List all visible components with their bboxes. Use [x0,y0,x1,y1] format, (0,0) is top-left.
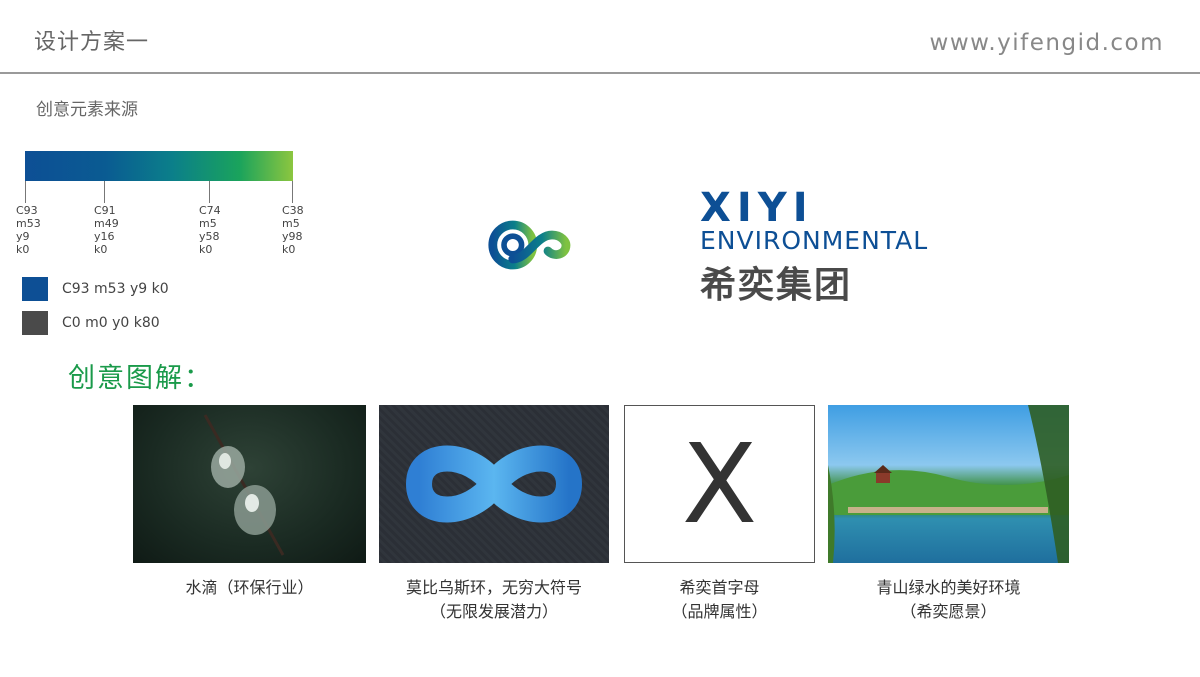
section-title: 创意元素来源 [36,100,138,120]
caption-infinity: 莫比乌斯环，无穷大符号 （无限发展潜力） [405,578,582,621]
color-swatch-blue [22,277,48,301]
landscape-image [828,405,1069,563]
color-code: C91 m49 y16 k0 [94,204,119,256]
legend-item: C93 m53 y9 k0 [22,277,169,301]
color-code: C38 m5 y98 k0 [282,204,304,256]
infinity-symbol-image [379,405,609,563]
gradient-tick [25,181,26,203]
logo-text-chinese: 希奕集团 [700,265,853,306]
gradient-tick [104,181,105,203]
color-code: C93 m53 y9 k0 [16,204,41,256]
caption-letter-x: 希奕首字母 （品牌属性） [671,578,768,621]
gradient-tick [292,181,293,203]
water-drop-image [133,405,366,563]
logo-text-xiyi: XIYI [700,185,814,231]
caption-landscape: 青山绿水的美好环境 （希奕愿景） [876,578,1021,621]
explain-title: 创意图解： [68,363,213,394]
gradient-tick [209,181,210,203]
page-title: 设计方案一 [34,30,150,55]
logo-text-environmental: ENVIRONMENTAL [700,226,929,255]
header-divider [0,72,1200,74]
letter-x-image: X [624,405,815,563]
color-gradient-bar [25,151,293,181]
legend-item: C0 m0 y0 k80 [22,311,160,335]
color-swatch-gray [22,311,48,335]
letter-x-glyph: X [681,420,758,548]
website-url[interactable]: www.yifengid.com [930,30,1164,56]
caption-water-drop: 水滴（环保行业） [185,578,314,597]
legend-label: C0 m0 y0 k80 [62,315,160,331]
legend-label: C93 m53 y9 k0 [62,281,169,297]
xiyi-logo-mark [488,220,571,270]
color-code: C74 m5 y58 k0 [199,204,221,256]
